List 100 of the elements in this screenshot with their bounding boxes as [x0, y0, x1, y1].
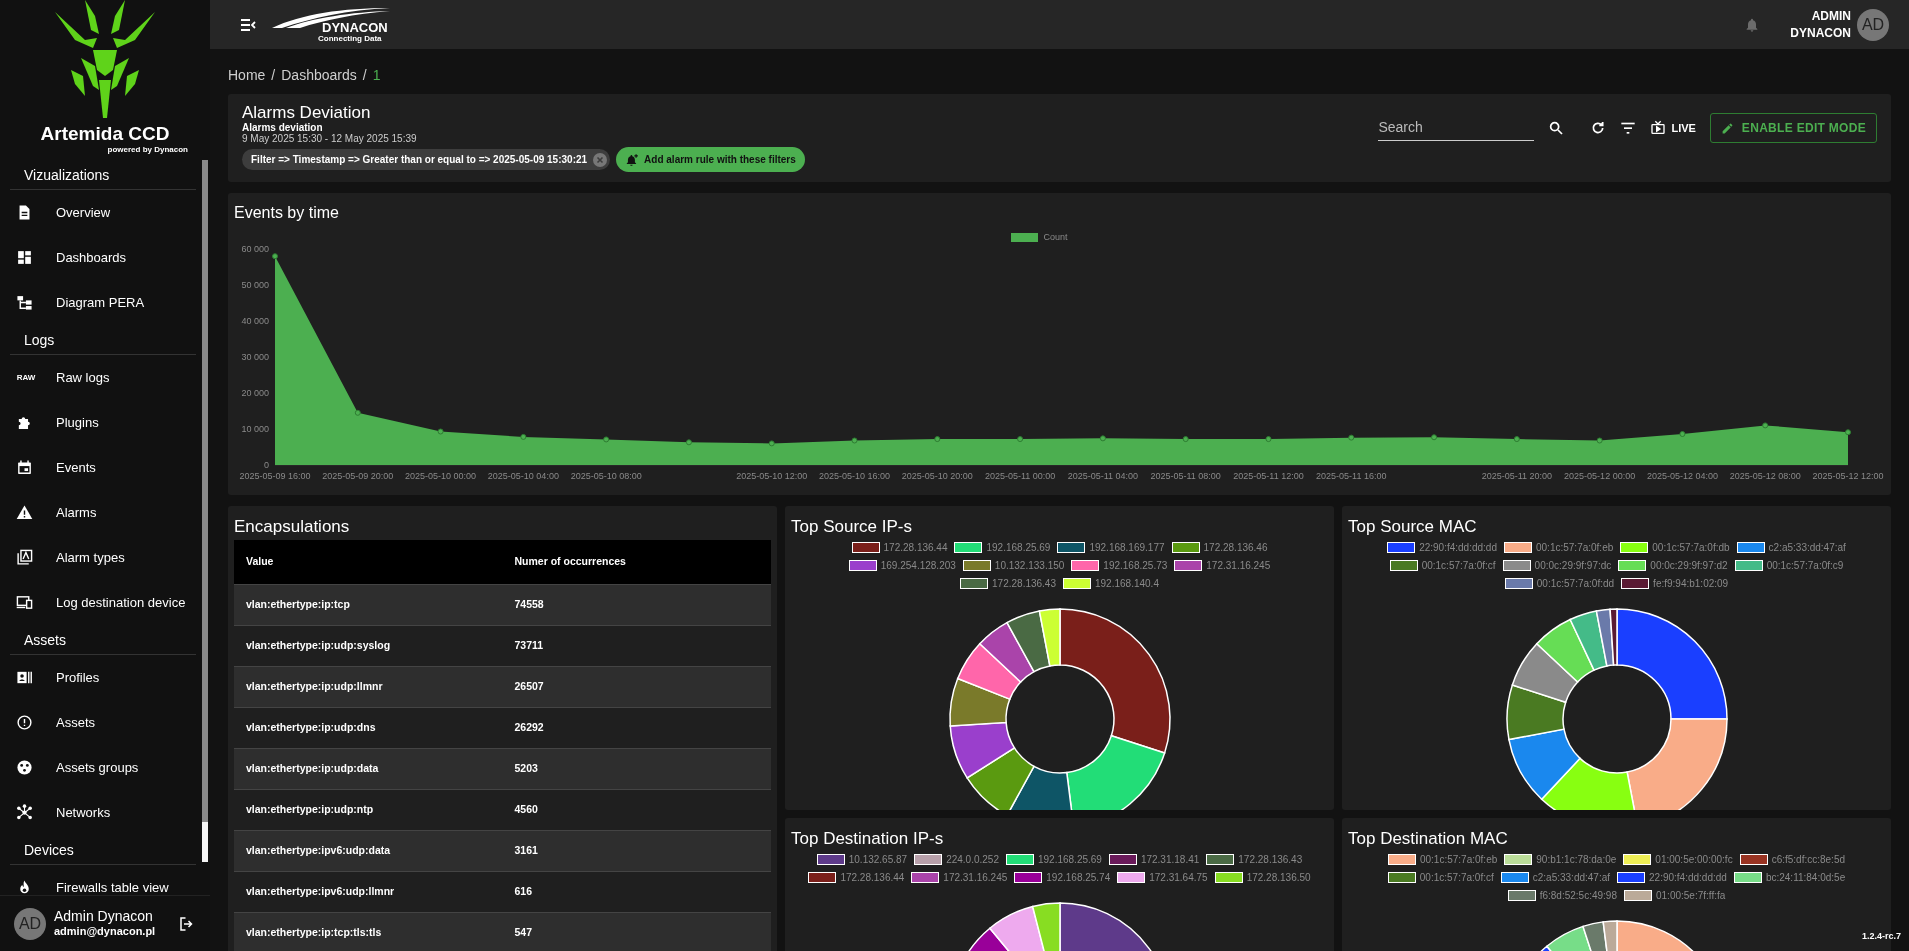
time-range: 9 May 2025 15:30 - 12 May 2025 15:39: [242, 133, 418, 144]
user-avatar: AD: [14, 907, 46, 940]
legend-label: 22:90:f4:dd:dd:dd: [1419, 540, 1497, 555]
chart-title: Top Source MAC: [1348, 516, 1478, 538]
y-tick-label: 10 000: [241, 424, 269, 434]
x-tick-label: 2025-05-10 00:00: [405, 471, 477, 481]
dashboard-subtitle: Alarms deviation: [242, 122, 324, 133]
y-tick-label: 50 000: [241, 280, 269, 290]
x-tick-label: 2025-05-10 20:00: [901, 471, 973, 481]
breadcrumb-separator: /: [271, 65, 276, 85]
x-tick-label: 2025-05-10 04:00: [487, 471, 559, 481]
legend-label: 172.31.16.245: [943, 870, 1008, 885]
legend-label: 01:00:5e:7f:ff:fa: [1656, 888, 1726, 903]
table-cell: 547: [502, 912, 771, 951]
legend-label: c2:a5:33:dd:47:af: [1768, 540, 1846, 555]
table-cell: 3161: [502, 830, 771, 871]
nav-section-title: Logs: [10, 325, 196, 355]
y-tick-label: 20 000: [241, 388, 269, 398]
legend-label: 192.168.25.73: [1103, 558, 1168, 573]
table-cell: 5203: [502, 748, 771, 789]
legend-label: 00:1c:57:7a:0f:eb: [1536, 540, 1614, 555]
table-cell: 26507: [502, 666, 771, 707]
table-cell: 73711: [502, 625, 771, 666]
legend-label: 00:0c:29:9f:97:d2: [1650, 558, 1728, 573]
y-tick-label: 30 000: [241, 352, 269, 362]
legend-label: 169.254.128.203: [880, 558, 956, 573]
x-tick-label: 2025-05-12 12:00: [1812, 471, 1884, 481]
legend-label: c6:f5:df:cc:8e:5d: [1771, 852, 1846, 867]
column-header: Numer of occurrences: [502, 540, 771, 584]
chart-title: Top Destination IP-s: [791, 828, 945, 850]
chart-title: Events by time: [233, 203, 340, 223]
table-cell: 26292: [502, 707, 771, 748]
legend-label: c2:a5:33:dd:47:af: [1532, 870, 1611, 885]
legend-label: 172.28.136.50: [1246, 870, 1311, 885]
table-cell: 4560: [502, 789, 771, 830]
y-tick-label: 60 000: [241, 245, 269, 254]
x-tick-label: 2025-05-11 20:00: [1481, 471, 1553, 481]
x-tick-label: 2025-05-11 04:00: [1067, 471, 1139, 481]
nav-section-title: Devices: [10, 835, 196, 865]
table-cell: vlan:ethertype:ip:udp:syslog: [234, 625, 503, 666]
legend-label: 01:00:5e:00:00:fc: [1655, 852, 1733, 867]
chart-title: Top Destination MAC: [1348, 828, 1509, 850]
x-tick-label: 2025-05-10 12:00: [736, 471, 808, 481]
x-tick-label: 2025-05-12 00:00: [1564, 471, 1636, 481]
legend-label: 10.132.65.87: [848, 852, 908, 867]
table-cell: vlan:ethertype:ipv6:udp:llmnr: [234, 871, 503, 912]
raw-icon: RAW: [16, 371, 36, 384]
table-title: Encapsulations: [234, 516, 351, 538]
legend-label: 192.168.25.69: [986, 540, 1051, 555]
x-tick-label: 2025-05-09 20:00: [322, 471, 394, 481]
column-header: Value: [234, 540, 503, 584]
table-cell: vlan:ethertype:ip:udp:dns: [234, 707, 503, 748]
legend-label: 00:1c:57:7a:0f:dd: [1536, 576, 1615, 591]
x-tick-label: 2025-05-11 00:00: [984, 471, 1056, 481]
table-cell: vlan:ethertype:ipv6:udp:data: [234, 830, 503, 871]
x-tick-label: 2025-05-10 16:00: [819, 471, 891, 481]
legend-label: Count: [1043, 230, 1068, 244]
user-name-line: DYNACON: [1790, 24, 1851, 42]
dashboard-title: Alarms Deviation: [242, 103, 372, 122]
table-cell: vlan:ethertype:ip:udp:ntp: [234, 789, 503, 830]
legend-label: 192.168.25.69: [1037, 852, 1102, 867]
table-cell: 74558: [502, 584, 771, 625]
legend-label: 172.31.18.41: [1140, 852, 1200, 867]
legend-label: 172.28.136.44: [840, 870, 905, 885]
legend-label: 00:0c:29:9f:97:dc: [1534, 558, 1612, 573]
nav-section-title: Vizualizations: [10, 160, 196, 190]
legend-label: 172.28.136.46: [1203, 540, 1268, 555]
legend-label: bc:24:11:84:0d:5e: [1765, 870, 1846, 885]
legend-label: 00:1c:57:7a:0f:db: [1652, 540, 1730, 555]
legend-label: 192.168.25.74: [1046, 870, 1111, 885]
x-tick-label: 2025-05-12 04:00: [1646, 471, 1718, 481]
user-name: Admin Dynacon: [54, 907, 154, 926]
table-cell: vlan:ethertype:ip:udp:llmnr: [234, 666, 503, 707]
legend-label: 172.31.16.245: [1206, 558, 1271, 573]
legend-label: 10.132.133.150: [994, 558, 1065, 573]
x-tick-label: 2025-05-12 08:00: [1729, 471, 1801, 481]
table-cell: vlan:ethertype:ip:udp:data: [234, 748, 503, 789]
legend-label: 172.28.136.43: [1238, 852, 1303, 867]
app-tagline: powered by Dynacon: [107, 145, 188, 154]
y-tick-label: 0: [264, 460, 269, 470]
legend-label: 90:b1:1c:78:da:0e: [1536, 852, 1617, 867]
company-logo-text: DYNACON: [322, 20, 388, 34]
legend-label: 22:90:f4:dd:dd:dd: [1649, 870, 1727, 885]
nav-section-title: Assets: [10, 625, 196, 655]
legend-label: fe:f9:94:b1:02:09: [1653, 576, 1729, 591]
company-logo-tagline: Connecting Data: [318, 34, 382, 43]
user-name-line: ADMIN: [1811, 7, 1851, 25]
legend-label: 192.168.140.4: [1095, 576, 1159, 591]
legend-label: 00:1c:57:7a:0f:cf: [1419, 870, 1494, 885]
legend-label: 00:1c:57:7a:0f:cf: [1421, 558, 1496, 573]
legend-label: 00:1c:57:7a:0f:eb: [1419, 852, 1498, 867]
x-tick-label: 2025-05-11 12:00: [1233, 471, 1304, 481]
user-email: admin@dynacon.pl: [54, 925, 156, 940]
x-tick-label: 2025-05-09 16:00: [239, 471, 311, 481]
legend-label: 172.31.64.75: [1149, 870, 1208, 885]
version-label: 1.2.4-rc.7: [1861, 929, 1901, 943]
legend-label: f6:8d:52:5c:49:98: [1539, 888, 1617, 903]
x-tick-label: 2025-05-11 16:00: [1316, 471, 1387, 481]
x-tick-label: 2025-05-11 08:00: [1150, 471, 1221, 481]
table-cell: vlan:ethertype:ip:tcp: [234, 584, 503, 625]
